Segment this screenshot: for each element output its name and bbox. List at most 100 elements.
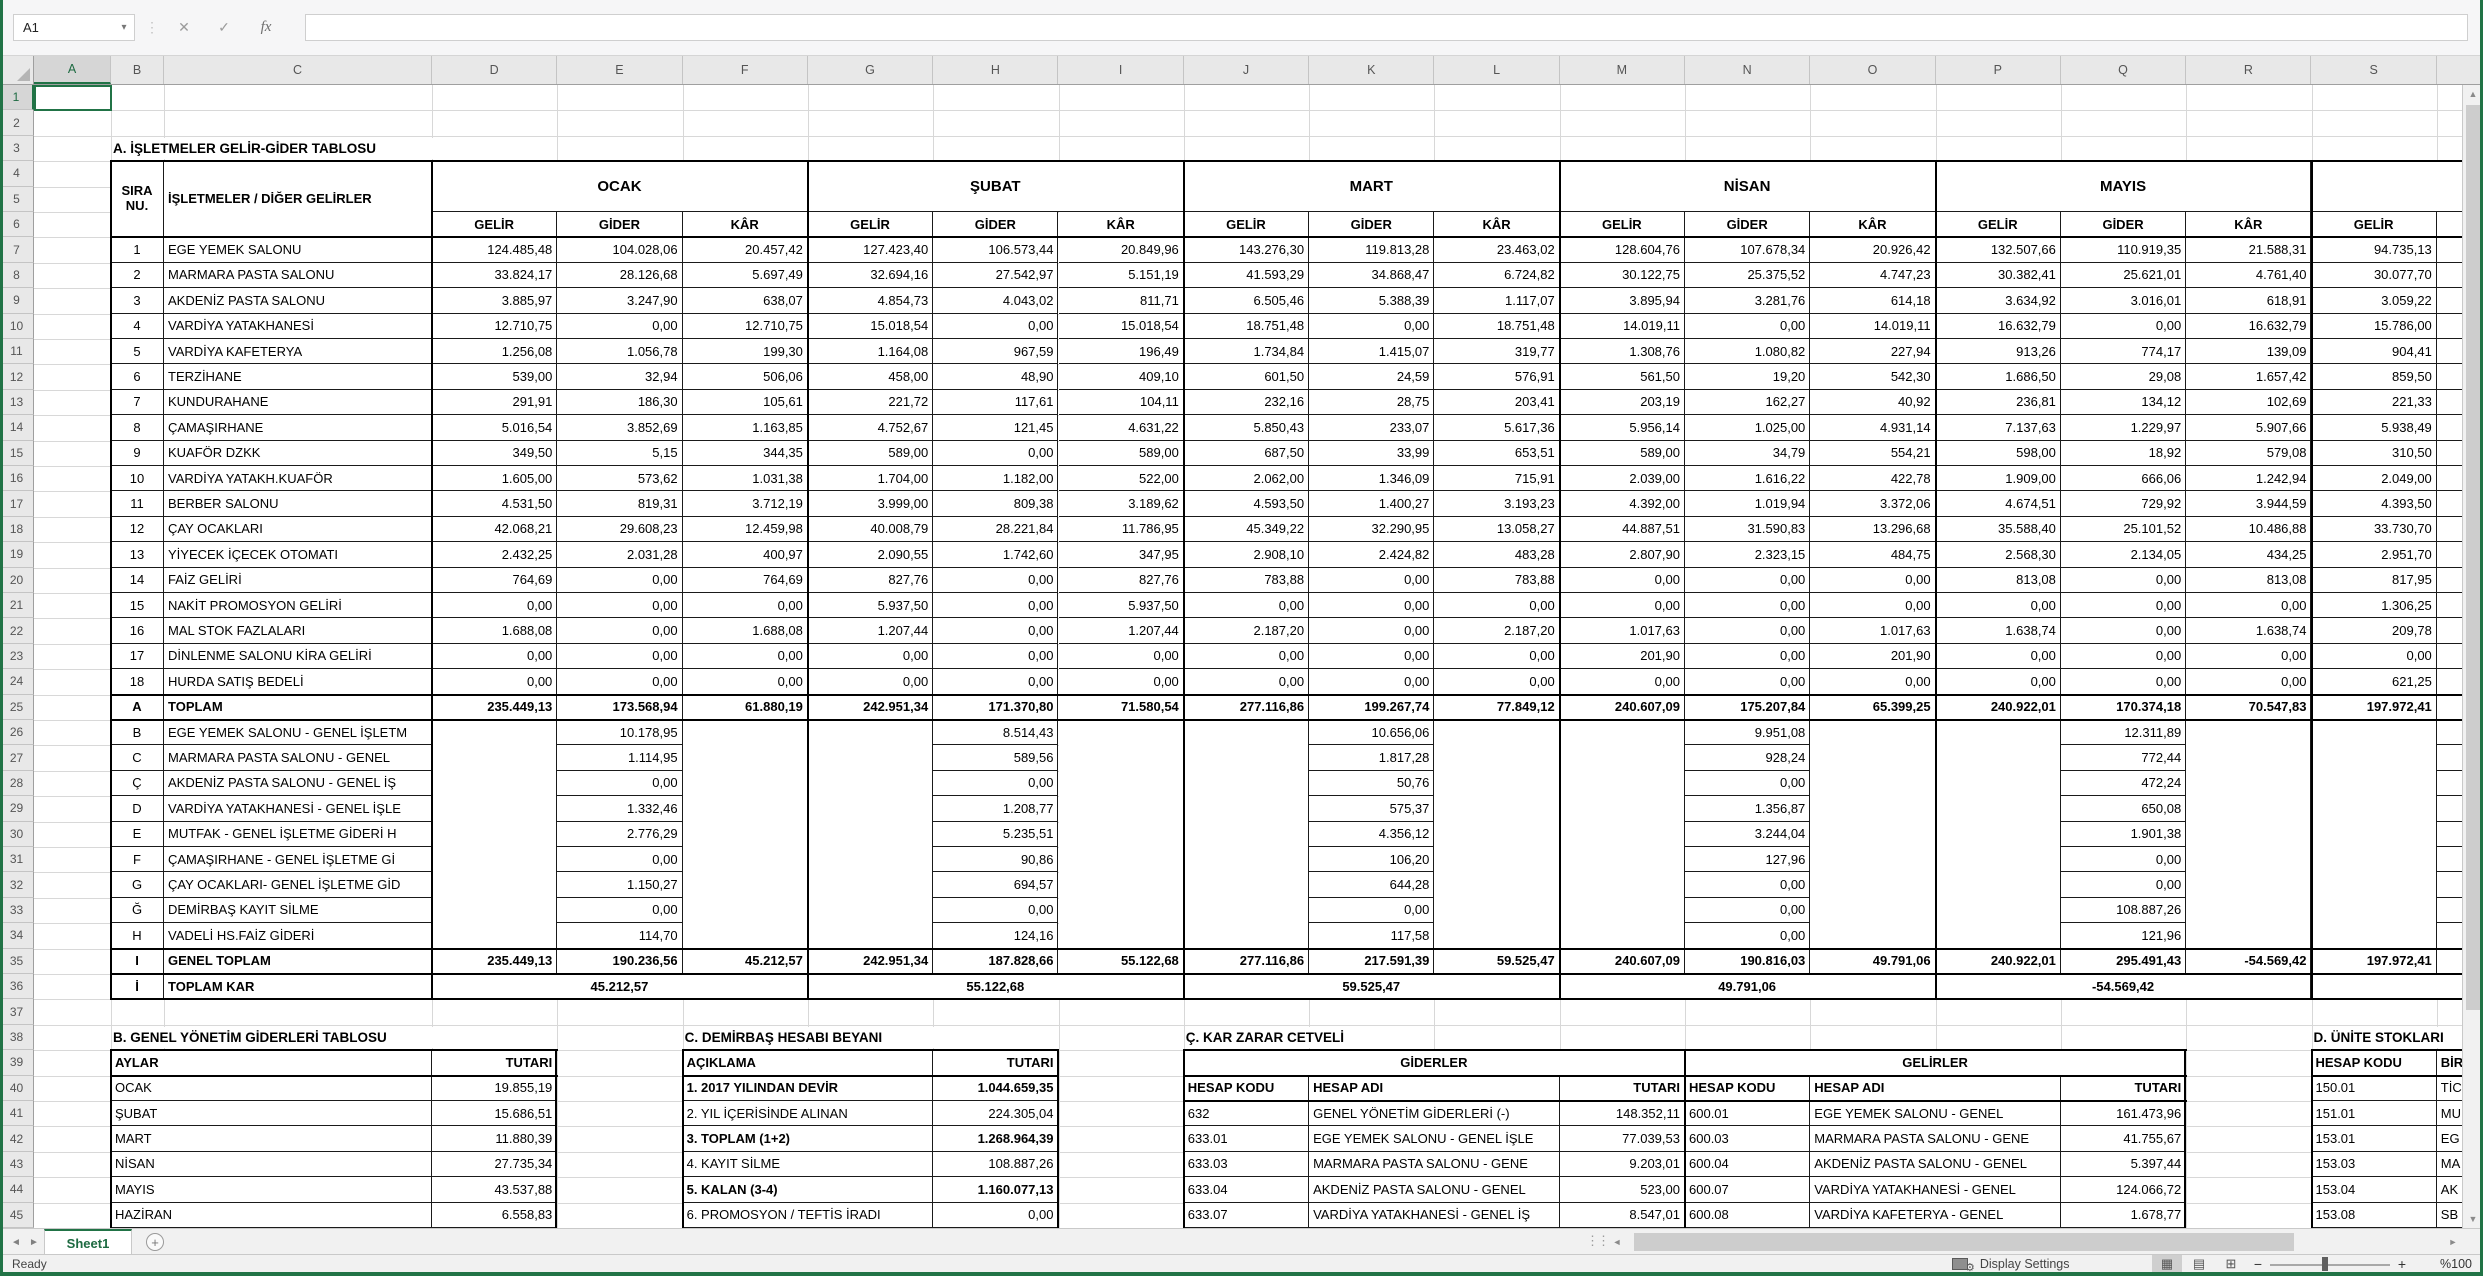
cell-value[interactable]: 644,28 <box>1309 872 1434 897</box>
cell-value[interactable]: 0,00 <box>557 644 682 669</box>
cell-name[interactable]: ÇAY OCAKLARI <box>164 517 432 542</box>
cell-blank[interactable] <box>808 720 933 949</box>
sub-header[interactable]: GİDER <box>1685 212 1810 237</box>
table-b-month[interactable]: HAZİRAN <box>111 1203 432 1228</box>
cell-value[interactable]: 3.634,92 <box>1936 288 2061 313</box>
row-header-38[interactable]: 38 <box>0 1025 34 1050</box>
row-header-13[interactable]: 13 <box>0 390 34 415</box>
gelir-adi[interactable]: MARMARA PASTA SALONU - GENE <box>1810 1126 2061 1151</box>
cell-value[interactable]: 2.049,00 <box>2312 466 2437 491</box>
cell-value[interactable]: 0,00 <box>1059 669 1184 694</box>
cell-value[interactable]: 4.931,14 <box>1810 415 1935 440</box>
table-d-kodu[interactable]: 153.03 <box>2312 1152 2437 1177</box>
cell-value[interactable]: 0,00 <box>1685 644 1810 669</box>
cell-value[interactable]: 484,75 <box>1810 542 1935 567</box>
cell-value[interactable]: 859,50 <box>2312 364 2437 389</box>
cell-name[interactable]: KUAFÖR DZKK <box>164 441 432 466</box>
table-c-label[interactable]: 4. KAYIT SİLME <box>683 1152 934 1177</box>
cell-value[interactable]: 186,30 <box>557 390 682 415</box>
cell-value[interactable]: 13.296,68 <box>1810 517 1935 542</box>
cell-value[interactable]: 20.926,42 <box>1810 237 1935 262</box>
cell-value[interactable]: 1.909,00 <box>1936 466 2061 491</box>
cell-value[interactable]: 5.907,66 <box>2186 415 2311 440</box>
cell-value[interactable]: 0,00 <box>1434 593 1559 618</box>
row-header-8[interactable]: 8 <box>0 263 34 288</box>
cell-value[interactable]: 434,25 <box>2186 542 2311 567</box>
cell-value[interactable]: 344,35 <box>683 441 808 466</box>
cell-name[interactable]: DEMİRBAŞ KAYIT SİLME <box>164 898 432 923</box>
cell-sira[interactable]: B <box>111 720 164 745</box>
cell-value[interactable]: 0,00 <box>2061 568 2186 593</box>
cell-value[interactable]: 0,00 <box>2186 669 2311 694</box>
gider-tutari[interactable]: 77.039,53 <box>1560 1126 1685 1151</box>
cell-value[interactable]: 3.189,62 <box>1059 491 1184 516</box>
table-b-header[interactable]: TUTARI <box>432 1050 557 1075</box>
cell-value[interactable]: 0,00 <box>1560 593 1685 618</box>
cell-value[interactable]: 601,50 <box>1184 364 1309 389</box>
row-header-34[interactable]: 34 <box>0 923 34 948</box>
row-header-32[interactable]: 32 <box>0 872 34 897</box>
cell-value[interactable]: 50,76 <box>1309 771 1434 796</box>
row-header-1[interactable]: 1 <box>0 85 34 110</box>
cell-name[interactable]: MARMARA PASTA SALONU - GENEL <box>164 745 432 770</box>
table-c-label[interactable]: 6. PROMOSYON / TEFTİS İRADI <box>683 1203 934 1228</box>
cell-value[interactable]: 77.849,12 <box>1434 695 1559 720</box>
cell-value[interactable]: 0,00 <box>557 568 682 593</box>
gelir-tutari[interactable]: 5.397,44 <box>2061 1152 2186 1177</box>
cell-value[interactable]: 1.306,25 <box>2312 593 2437 618</box>
cell-value[interactable]: 45.212,57 <box>683 949 808 974</box>
row-header-14[interactable]: 14 <box>0 415 34 440</box>
cell-value[interactable]: 0,00 <box>2061 618 2186 643</box>
cell-value[interactable]: 173.568,94 <box>557 695 682 720</box>
row-header-44[interactable]: 44 <box>0 1177 34 1202</box>
cell-value[interactable]: 0,00 <box>1560 568 1685 593</box>
column-header-S[interactable]: S <box>2312 56 2437 84</box>
cell-value[interactable]: 729,92 <box>2061 491 2186 516</box>
cell-value[interactable]: 472,24 <box>2061 771 2186 796</box>
cell[interactable] <box>2437 796 2462 821</box>
cell-value[interactable]: 0,00 <box>2186 644 2311 669</box>
cell-value[interactable]: 0,00 <box>1810 568 1935 593</box>
row-header-31[interactable]: 31 <box>0 847 34 872</box>
cell-value[interactable]: 5,15 <box>557 441 682 466</box>
month-header[interactable]: MART <box>1184 161 1560 212</box>
cell-value[interactable]: 0,00 <box>1685 669 1810 694</box>
cell-value[interactable]: 143.276,30 <box>1184 237 1309 262</box>
column-header-N[interactable]: N <box>1685 56 1810 84</box>
column-header-C[interactable]: C <box>164 56 432 84</box>
cell-value[interactable]: 45.349,22 <box>1184 517 1309 542</box>
row-header-10[interactable]: 10 <box>0 314 34 339</box>
cell-value[interactable]: 1.742,60 <box>933 542 1058 567</box>
column-header-A[interactable]: A <box>34 56 111 84</box>
cell-name[interactable]: MUTFAK - GENEL İŞLETME GİDERİ H <box>164 822 432 847</box>
cell-value[interactable]: 277.116,86 <box>1184 695 1309 720</box>
cell-value[interactable]: 811,71 <box>1059 288 1184 313</box>
cell-value[interactable]: 32.694,16 <box>808 263 933 288</box>
column-header-H[interactable]: H <box>933 56 1058 84</box>
cell-value[interactable]: 15.786,00 <box>2312 314 2437 339</box>
cell-value[interactable]: 124,16 <box>933 923 1058 948</box>
table-b-header[interactable]: AYLAR <box>111 1050 432 1075</box>
cell-value[interactable]: 589,56 <box>933 745 1058 770</box>
cell-value[interactable]: 783,88 <box>1434 568 1559 593</box>
cell-value[interactable]: 25.101,52 <box>2061 517 2186 542</box>
table-b-value[interactable]: 27.735,34 <box>432 1152 557 1177</box>
cell-value[interactable]: 32.290,95 <box>1309 517 1434 542</box>
page-break-view-button[interactable]: ⊞ <box>2216 1255 2246 1273</box>
row-header-24[interactable]: 24 <box>0 669 34 694</box>
cell-value[interactable]: 1.688,08 <box>432 618 557 643</box>
cell[interactable] <box>2312 974 2463 999</box>
cell-value[interactable]: 55.122,68 <box>808 974 1184 999</box>
cell-value[interactable]: 1.114,95 <box>557 745 682 770</box>
cell-name[interactable]: VARDİYA YATAKHANESİ <box>164 314 432 339</box>
cell-value[interactable]: 310,50 <box>2312 441 2437 466</box>
cell-value[interactable]: 70.547,83 <box>2186 695 2311 720</box>
table-b-value[interactable]: 15.686,51 <box>432 1101 557 1126</box>
cell-value[interactable]: 3.999,00 <box>808 491 933 516</box>
cell-value[interactable]: 27.542,97 <box>933 263 1058 288</box>
cell-value[interactable]: 1.817,28 <box>1309 745 1434 770</box>
cell-value[interactable]: 30.382,41 <box>1936 263 2061 288</box>
month-header[interactable]: OCAK <box>432 161 808 212</box>
cell-value[interactable]: 14.019,11 <box>1560 314 1685 339</box>
cell-value[interactable]: 4.752,67 <box>808 415 933 440</box>
